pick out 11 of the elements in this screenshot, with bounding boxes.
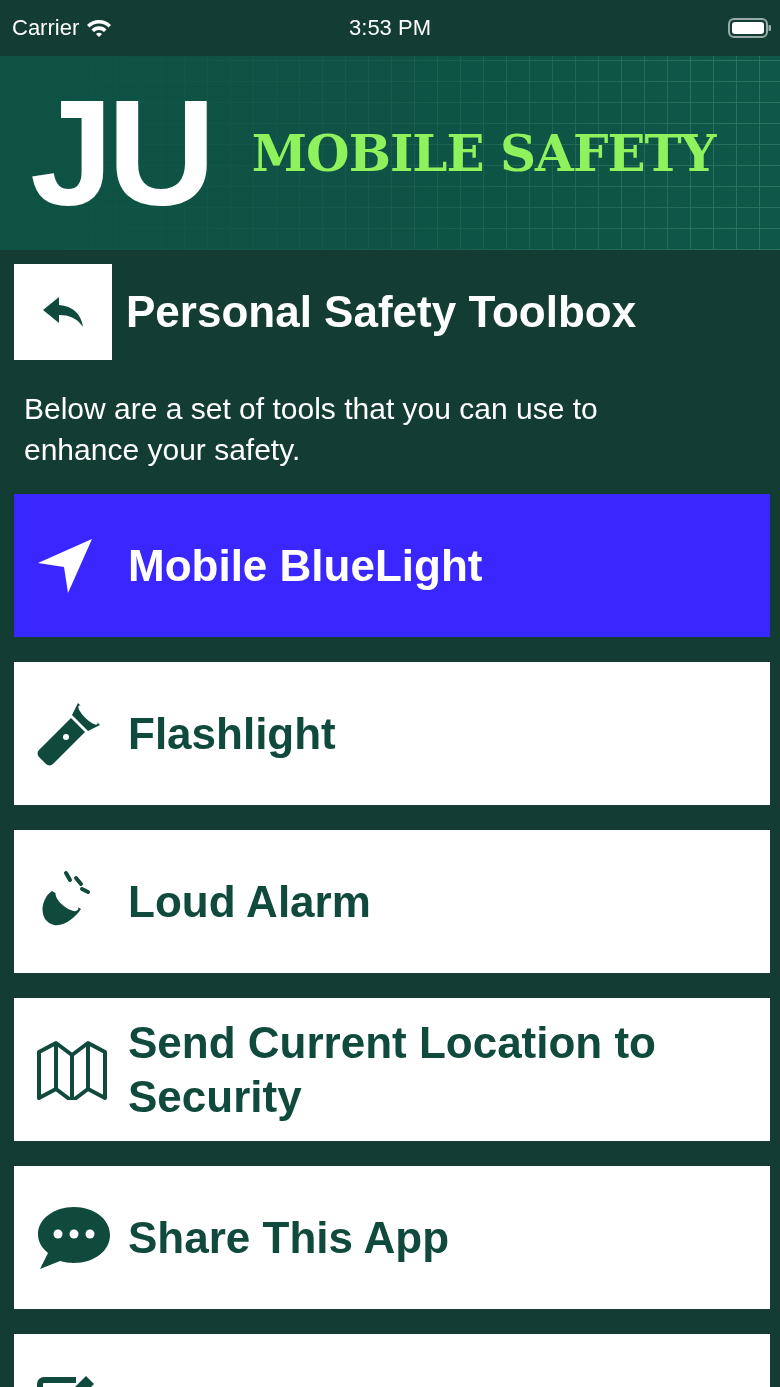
page-title: Personal Safety Toolbox: [126, 287, 637, 337]
banner-title: MOBILE SAFETY: [251, 123, 716, 183]
tool-card[interactable]: Mobile BlueLight: [14, 494, 770, 637]
carrier-label: Carrier: [12, 15, 80, 41]
tool-card[interactable]: Share This App: [14, 1166, 770, 1309]
tool-card[interactable]: Flashlight: [14, 662, 770, 805]
clock-time: 3:53 PM: [349, 15, 431, 41]
logo: JU: [30, 70, 211, 236]
tool-card[interactable]: Loud Alarm: [14, 830, 770, 973]
tool-card[interactable]: Send Current Location to Security: [14, 998, 770, 1141]
description-text: Below are a set of tools that you can use to enhance your safety.: [24, 391, 599, 468]
